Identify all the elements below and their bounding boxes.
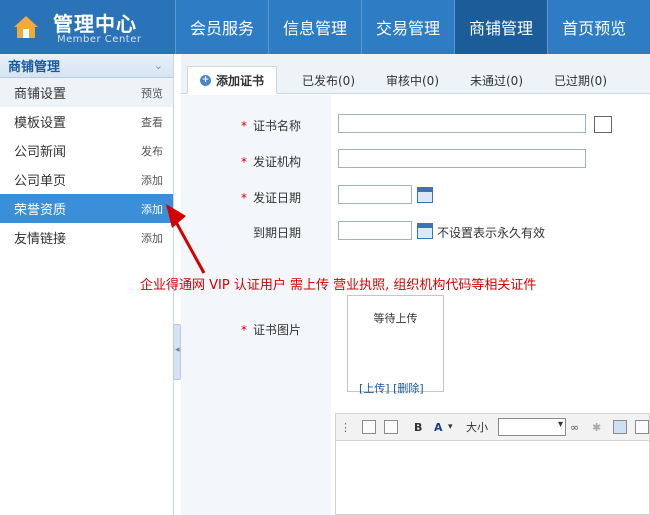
nav-shop-management[interactable]: 商铺管理 (454, 0, 548, 54)
editor-content-area[interactable] (335, 441, 650, 515)
issuer-label: * 发证机构 (181, 153, 301, 170)
required-mark: * (240, 155, 247, 169)
nav-home-preview[interactable]: 首页预览 (547, 0, 640, 54)
sidebar-item-template-settings[interactable]: 模板设置 查看 (0, 107, 173, 136)
upload-placeholder: 等待上传 (373, 312, 418, 325)
sidebar-item-action[interactable]: 查看 (141, 114, 163, 130)
annotation-text: 企业得通网 VIP 认证用户 需上传 营业执照, 组织机构代码等相关证件 (140, 278, 537, 293)
upload-link[interactable]: [上传] (359, 382, 390, 395)
logo-area: 管理中心 Member Center (0, 0, 175, 54)
house-icon (14, 16, 38, 38)
calendar-icon[interactable] (417, 187, 433, 203)
app-subtitle: Member Center (57, 34, 142, 45)
sidebar-item-label: 友情链接 (14, 232, 67, 247)
sidebar-item-honors[interactable]: 荣誉资质 添加 (0, 194, 173, 223)
sidebar-item-company-news[interactable]: 公司新闻 发布 (0, 136, 173, 165)
sidebar-collapse-handle[interactable]: ◂ (173, 324, 181, 380)
sidebar-item-action[interactable]: 发布 (141, 143, 163, 159)
cert-name-input[interactable] (338, 114, 586, 133)
image-preview-box: 等待上传 (347, 295, 444, 392)
tab-rejected[interactable]: 未通过(0) (470, 66, 523, 94)
sidebar-item-label: 模板设置 (14, 116, 67, 131)
label-text: 证书图片 (252, 323, 301, 337)
tab-expired[interactable]: 已过期(0) (554, 66, 607, 94)
label-text: 证书名称 (252, 119, 301, 133)
expiry-hint: 不设置表示永久有效 (437, 226, 546, 240)
chevron-left-icon: ◂ (175, 345, 180, 355)
calendar-icon[interactable] (417, 223, 433, 239)
top-header: 管理中心 Member Center 会员服务 信息管理 交易管理 商铺管理 首… (0, 0, 650, 54)
label-text: 发证机构 (252, 155, 301, 169)
plus-icon: + (200, 74, 211, 86)
sidebar-item-label: 公司新闻 (14, 145, 67, 160)
image-actions: [上传] [删除] (359, 380, 424, 396)
delete-link[interactable]: [删除] (393, 382, 424, 395)
copy-icon[interactable] (362, 420, 376, 434)
issue-date-input[interactable] (338, 185, 412, 204)
font-size-select[interactable] (498, 418, 566, 436)
tab-bar: + 添加证书 已发布(0) 审核中(0) 未通过(0) 已过期(0) (181, 54, 650, 94)
sidebar-item-company-page[interactable]: 公司单页 添加 (0, 165, 173, 194)
sidebar-item-shop-settings[interactable]: 商铺设置 预览 (0, 78, 173, 107)
link-icon[interactable]: ∞ (570, 419, 579, 435)
sidebar-item-label: 荣誉资质 (14, 203, 67, 218)
main-nav: 会员服务 信息管理 交易管理 商铺管理 首页预览 (175, 0, 640, 54)
font-color-button[interactable]: A (434, 419, 443, 435)
required-mark: * (240, 119, 247, 133)
cert-image-label: * 证书图片 (181, 321, 301, 338)
paste-icon[interactable] (384, 420, 398, 434)
sidebar-item-friend-links[interactable]: 友情链接 添加 (0, 223, 173, 252)
cert-name-picker-button[interactable] (594, 116, 612, 133)
label-text: 发证日期 (252, 191, 301, 205)
nav-trade-management[interactable]: 交易管理 (361, 0, 454, 54)
expiry-date-input[interactable] (338, 221, 412, 240)
app-title: 管理中心 (53, 12, 137, 36)
sidebar-item-action[interactable]: 添加 (141, 172, 163, 188)
required-mark: * (240, 323, 247, 337)
sidebar-item-label: 公司单页 (14, 174, 67, 189)
editor-toolbar: ⋮ B A ▾ 大小 ∞ ✱ (335, 413, 650, 441)
font-size-label: 大小 (466, 421, 488, 434)
cert-name-label: * 证书名称 (181, 117, 301, 134)
bold-button[interactable]: B (414, 419, 422, 435)
issuer-input[interactable] (338, 149, 586, 168)
tab-add-certificate[interactable]: + 添加证书 (187, 66, 278, 94)
tab-published[interactable]: 已发布(0) (302, 66, 355, 94)
chevron-down-icon[interactable]: ⌄ (154, 59, 163, 72)
sidebar-section-title: 商铺管理 (8, 60, 61, 75)
unlink-icon[interactable]: ✱ (592, 419, 601, 435)
image-icon[interactable] (613, 420, 627, 434)
required-mark: * (240, 191, 247, 205)
sidebar-section-header[interactable]: 商铺管理 ⌄ (0, 54, 173, 78)
tab-reviewing[interactable]: 审核中(0) (386, 66, 439, 94)
sidebar-item-action[interactable]: 预览 (141, 85, 163, 101)
nav-info-management[interactable]: 信息管理 (268, 0, 361, 54)
annotation-arrow-icon (166, 204, 206, 274)
table-icon[interactable] (635, 420, 649, 434)
font-color-dropdown-icon[interactable]: ▾ (448, 419, 453, 435)
nav-member-service[interactable]: 会员服务 (175, 0, 268, 54)
tab-label: 添加证书 (216, 73, 265, 88)
toolbar-grip-icon: ⋮ (340, 420, 351, 434)
sidebar-item-label: 商铺设置 (14, 87, 67, 102)
